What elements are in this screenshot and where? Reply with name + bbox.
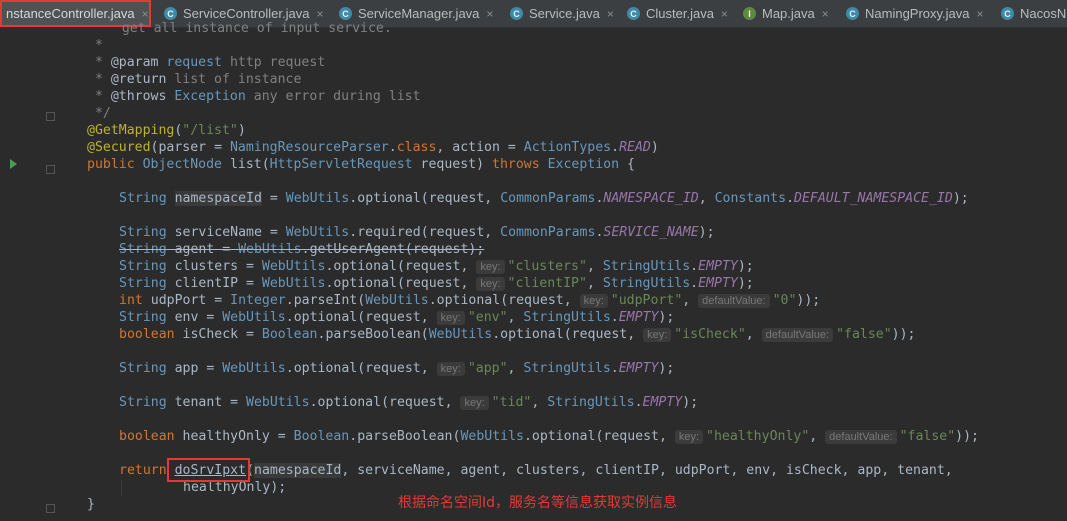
class-icon: C bbox=[846, 7, 859, 20]
tab-label: Cluster.java bbox=[646, 6, 714, 21]
close-icon[interactable]: × bbox=[142, 7, 149, 21]
code-line: String env = WebUtils.optional(request, … bbox=[119, 310, 675, 325]
annotation-text: 根据命名空间Id，服务名等信息获取实例信息 bbox=[398, 495, 678, 511]
code-line: String clusters = WebUtils.optional(requ… bbox=[119, 259, 754, 274]
close-icon[interactable]: × bbox=[316, 7, 323, 21]
class-icon: C bbox=[164, 7, 177, 20]
code-line: String clientIP = WebUtils.optional(requ… bbox=[119, 276, 754, 291]
tab-label: ServiceManager.java bbox=[358, 6, 480, 21]
fold-icon[interactable] bbox=[46, 504, 55, 513]
code-line: String serviceName = WebUtils.required(r… bbox=[119, 225, 715, 240]
code-line: String namespaceId = WebUtils.optional(r… bbox=[119, 191, 969, 206]
class-icon: C bbox=[510, 7, 523, 20]
tab-label: ServiceController.java bbox=[183, 6, 310, 21]
code-line: } bbox=[87, 497, 95, 512]
indent-guide bbox=[121, 480, 122, 496]
code-line: */ bbox=[87, 106, 111, 121]
code-line: @Secured(parser = NamingResourceParser.c… bbox=[87, 140, 659, 155]
class-icon: C bbox=[339, 7, 352, 20]
code-line: get all instance of input service. bbox=[98, 21, 392, 36]
run-gutter-icon[interactable] bbox=[10, 159, 17, 169]
code-line: String app = WebUtils.optional(request, … bbox=[119, 361, 675, 376]
tab-cluster[interactable]: C Cluster.java × bbox=[627, 0, 728, 27]
code-line: @GetMapping("/list") bbox=[87, 123, 246, 138]
close-icon[interactable]: × bbox=[486, 7, 493, 21]
code-line: String agent = WebUtils.getUserAgent(req… bbox=[119, 242, 485, 257]
code-line: * @throws Exception any error during lis… bbox=[87, 89, 421, 104]
tab-label: Service.java bbox=[529, 6, 600, 21]
tab-naming-proxy[interactable]: C NamingProxy.java × bbox=[846, 0, 984, 27]
close-icon[interactable]: × bbox=[822, 7, 829, 21]
tab-label: Map.java bbox=[762, 6, 815, 21]
tab-label: nstanceController.java bbox=[6, 6, 135, 21]
code-line: int udpPort = Integer.parseInt(WebUtils.… bbox=[119, 293, 821, 308]
tab-service[interactable]: C Service.java × bbox=[510, 0, 614, 27]
code-line: * bbox=[87, 38, 103, 53]
highlight-box bbox=[167, 458, 250, 482]
code-line: boolean isCheck = Boolean.parseBoolean(W… bbox=[119, 327, 916, 342]
close-icon[interactable]: × bbox=[721, 7, 728, 21]
tab-map[interactable]: I Map.java × bbox=[743, 0, 829, 27]
close-icon[interactable]: × bbox=[607, 7, 614, 21]
code-line: public ObjectNode list(HttpServletReques… bbox=[87, 157, 635, 172]
code-line: * @param request http request bbox=[87, 55, 326, 70]
tab-label: NamingProxy.java bbox=[865, 6, 970, 21]
class-icon: C bbox=[1001, 7, 1014, 20]
fold-icon[interactable] bbox=[46, 112, 55, 121]
interface-icon: I bbox=[743, 7, 756, 20]
code-line: String tenant = WebUtils.optional(reques… bbox=[119, 395, 699, 410]
code-line: boolean healthyOnly = Boolean.parseBoole… bbox=[119, 429, 979, 444]
close-icon[interactable]: × bbox=[977, 7, 984, 21]
tab-label: NacosN bbox=[1020, 6, 1067, 21]
editor-gutter bbox=[0, 28, 86, 521]
code-line: * @return list of instance bbox=[87, 72, 302, 87]
class-icon: C bbox=[627, 7, 640, 20]
fold-icon[interactable] bbox=[46, 165, 55, 174]
tab-nacos[interactable]: C NacosN bbox=[1001, 0, 1066, 27]
